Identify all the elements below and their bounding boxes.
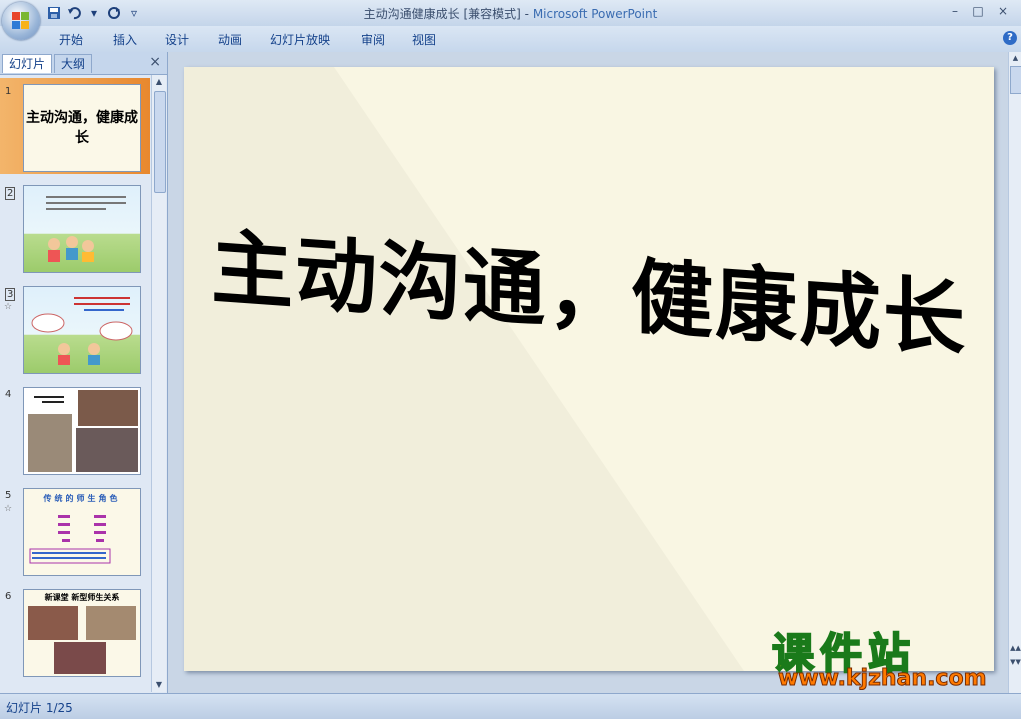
scroll-up-icon[interactable]: ▲	[1009, 54, 1021, 62]
ribbon-tabs: 开始 插入 设计 动画 幻灯片放映 审阅 视图 ?	[0, 26, 1021, 53]
thumbnail-number: 4	[5, 389, 12, 400]
tab-outline[interactable]: 大纲	[54, 54, 93, 73]
app-name: Microsoft PowerPoint	[532, 7, 658, 21]
watermark-logo: 课件站 www.kjzhan.com	[771, 620, 1007, 692]
maximize-button[interactable]: □	[967, 3, 989, 19]
next-slide-icon[interactable]: ▼▼	[1009, 658, 1021, 666]
thumbnail-slide-5[interactable]: 传统的师生角色	[23, 488, 141, 576]
slide-editor: 主动沟通，健康成长	[168, 52, 1008, 693]
tab-slideshow[interactable]: 幻灯片放映	[270, 31, 330, 48]
thumbnail-row[interactable]: 1 主动沟通，健康成长	[0, 78, 150, 174]
quick-access-toolbar: ▾ ▿	[46, 4, 142, 22]
tab-design[interactable]: 设计	[165, 31, 189, 48]
slide-counter: 幻灯片 1/25	[6, 701, 73, 715]
customize-toolbar-icon[interactable]: ▿	[126, 5, 142, 21]
undo-icon[interactable]	[66, 5, 82, 21]
thumbnail-number: 6	[5, 591, 12, 602]
scroll-down-icon[interactable]: ▼	[152, 678, 166, 692]
chevron-down-icon[interactable]: ▾	[86, 5, 102, 21]
thumbnail-row[interactable]: 6 新课堂 新型师生关系	[0, 583, 150, 679]
redo-icon[interactable]	[106, 5, 122, 21]
office-button[interactable]	[2, 2, 40, 40]
thumbnail-row[interactable]: 4	[0, 381, 150, 477]
thumbnail-slide-6[interactable]: 新课堂 新型师生关系	[23, 589, 141, 677]
tab-view[interactable]: 视图	[412, 31, 436, 48]
title-bar: 主动沟通健康成长 [兼容模式] - Microsoft PowerPoint ▾…	[0, 0, 1021, 26]
window-title: 主动沟通健康成长 [兼容模式] - Microsoft PowerPoint	[0, 5, 1021, 22]
animation-star-icon: ☆	[4, 302, 13, 312]
panel-scrollbar[interactable]: ▲ ▼	[151, 75, 166, 692]
title-separator: -	[520, 7, 533, 21]
thumbnail-number: 5	[5, 490, 12, 501]
save-icon[interactable]	[46, 5, 62, 21]
animation-star-icon: ☆	[4, 504, 13, 514]
editor-scrollbar[interactable]: ▲ ▲▲ ▼▼	[1008, 52, 1021, 693]
panel-tabs: 幻灯片 大纲 ×	[0, 52, 167, 75]
minimize-button[interactable]: –	[944, 3, 966, 19]
thumbnail-number: 2	[5, 187, 16, 200]
office-logo-icon	[12, 12, 30, 30]
tab-home[interactable]: 开始	[59, 31, 83, 48]
thumbnail-number: 3	[5, 288, 16, 301]
thumbnail-slide-2[interactable]	[23, 185, 141, 273]
close-window-button[interactable]: ×	[992, 3, 1014, 19]
thumbnail-illustration-icon	[46, 196, 126, 262]
thumbnail-row[interactable]: 3 ☆	[0, 280, 150, 376]
tab-review[interactable]: 审阅	[361, 31, 385, 48]
slide-background-shape	[184, 67, 744, 671]
tab-animations[interactable]: 动画	[218, 31, 242, 48]
thumbnail-number: 1	[5, 86, 12, 97]
help-icon[interactable]: ?	[1003, 31, 1017, 45]
tab-insert[interactable]: 插入	[113, 31, 137, 48]
document-name: 主动沟通健康成长 [兼容模式]	[363, 7, 521, 21]
previous-slide-icon[interactable]: ▲▲	[1009, 644, 1021, 652]
thumbnail-title: 主动沟通，健康成长	[26, 110, 138, 146]
thumbnail-title: 新课堂 新型师生关系	[44, 592, 120, 602]
tab-slides[interactable]: 幻灯片	[2, 54, 53, 73]
scroll-thumb[interactable]	[1010, 66, 1021, 94]
thumbnail-row[interactable]: 5 ☆ 传统的师生角色	[0, 482, 150, 578]
thumbnail-slide-1[interactable]: 主动沟通，健康成长	[23, 84, 141, 172]
current-slide[interactable]: 主动沟通，健康成长	[184, 67, 994, 671]
watermark-url: www.kjzhan.com	[778, 666, 988, 692]
thumbnail-slide-3[interactable]	[23, 286, 141, 374]
status-bar: 幻灯片 1/25	[0, 693, 1021, 719]
thumbnail-photos-icon	[28, 390, 138, 472]
slides-panel: 幻灯片 大纲 × 1 主动沟通，健康成长 2 3 ☆ 4 5 ☆ 传统的师生角色…	[0, 52, 168, 693]
thumbnail-list: 1 主动沟通，健康成长 2 3 ☆ 4 5 ☆ 传统的师生角色 6 新课堂 新型…	[0, 75, 150, 692]
close-icon[interactable]: ×	[149, 54, 161, 70]
thumbnail-illustration-icon	[31, 297, 133, 365]
thumbnail-slide-4[interactable]	[23, 387, 141, 475]
thumbnail-row[interactable]: 2	[0, 179, 150, 275]
scroll-thumb[interactable]	[154, 91, 166, 193]
scroll-up-icon[interactable]: ▲	[152, 75, 166, 89]
thumbnail-title: 传统的师生角色	[43, 494, 121, 503]
